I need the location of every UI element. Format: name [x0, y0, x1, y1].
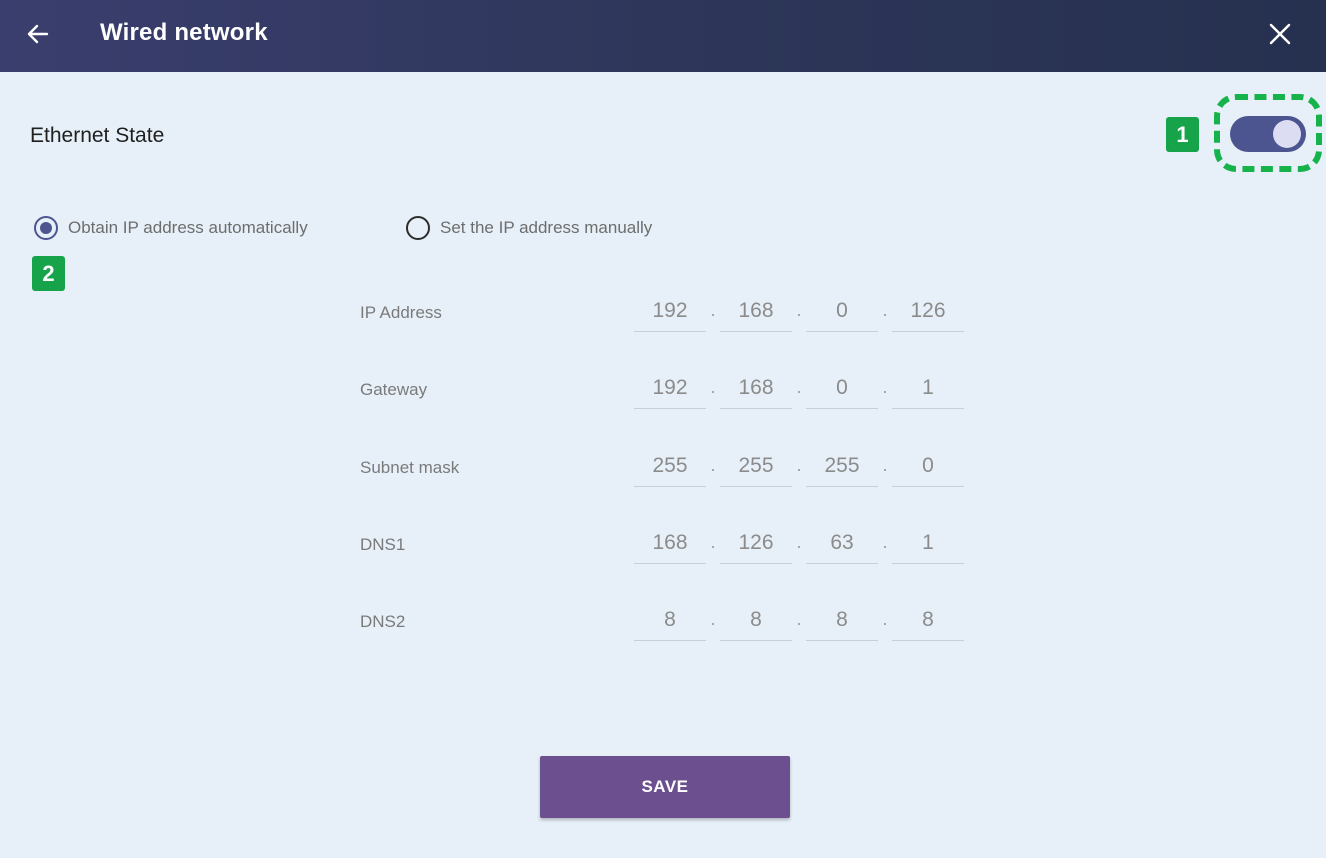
dns2-row: DNS2 8 . 8 . 8 . 8 [360, 603, 980, 643]
dns1-octet-3[interactable]: 63 [806, 526, 878, 564]
gateway-row: Gateway 192 . 168 . 0 . 1 [360, 371, 980, 411]
dns2-octet-1[interactable]: 8 [634, 603, 706, 641]
save-button[interactable]: SAVE [540, 756, 790, 818]
annotation-badge-1: 1 [1166, 117, 1199, 152]
ethernet-state-toggle[interactable] [1230, 116, 1306, 152]
ip-address-label: IP Address [360, 303, 442, 322]
octet-separator: . [882, 532, 888, 552]
dns1-octet-1[interactable]: 168 [634, 526, 706, 564]
octet-separator: . [710, 300, 716, 320]
dns1-octet-2[interactable]: 126 [720, 526, 792, 564]
subnet-mask-octets: 255 . 255 . 255 . 0 [634, 449, 964, 489]
close-button[interactable] [1262, 16, 1298, 52]
ip-address-octets: 192 . 168 . 0 . 126 [634, 294, 964, 334]
subnet-mask-octet-3[interactable]: 255 [806, 449, 878, 487]
octet-separator: . [710, 532, 716, 552]
octet-separator: . [710, 609, 716, 629]
subnet-mask-row: Subnet mask 255 . 255 . 255 . 0 [360, 449, 980, 489]
dns1-octet-4[interactable]: 1 [892, 526, 964, 564]
gateway-octet-3[interactable]: 0 [806, 371, 878, 409]
gateway-label: Gateway [360, 380, 428, 399]
arrow-left-icon [27, 24, 49, 44]
back-button[interactable] [20, 16, 56, 52]
ip-address-octet-2[interactable]: 168 [720, 294, 792, 332]
octet-separator: . [710, 377, 716, 397]
gateway-octets: 192 . 168 . 0 . 1 [634, 371, 964, 411]
dns1-octets: 168 . 126 . 63 . 1 [634, 526, 964, 566]
octet-separator: . [882, 455, 888, 475]
dns2-octet-4[interactable]: 8 [892, 603, 964, 641]
octet-separator: . [882, 300, 888, 320]
octet-separator: . [796, 455, 802, 475]
dns2-octet-2[interactable]: 8 [720, 603, 792, 641]
dns2-label: DNS2 [360, 612, 406, 631]
annotation-badge-2: 2 [32, 256, 65, 291]
subnet-mask-octet-2[interactable]: 255 [720, 449, 792, 487]
ip-address-octet-4[interactable]: 126 [892, 294, 964, 332]
dns2-octet-3[interactable]: 8 [806, 603, 878, 641]
toggle-knob [1273, 120, 1301, 148]
radio-auto-label: Obtain IP address automatically [68, 218, 308, 237]
wired-network-screen: Wired network Ethernet State 1 Obtain IP… [0, 0, 1326, 858]
gateway-octet-4[interactable]: 1 [892, 371, 964, 409]
subnet-mask-octet-1[interactable]: 255 [634, 449, 706, 487]
page-title: Wired network [100, 19, 268, 46]
dns2-octets: 8 . 8 . 8 . 8 [634, 603, 964, 643]
close-icon [1269, 23, 1291, 45]
gateway-octet-1[interactable]: 192 [634, 371, 706, 409]
octet-separator: . [796, 300, 802, 320]
octet-separator: . [796, 532, 802, 552]
radio-set-ip-manually[interactable]: Set the IP address manually [406, 216, 652, 240]
octet-separator: . [710, 455, 716, 475]
ip-address-row: IP Address 192 . 168 . 0 . 126 [360, 294, 980, 334]
octet-separator: . [882, 609, 888, 629]
octet-separator: . [796, 377, 802, 397]
dns1-label: DNS1 [360, 535, 406, 554]
subnet-mask-label: Subnet mask [360, 458, 460, 477]
gateway-octet-2[interactable]: 168 [720, 371, 792, 409]
header-bar: Wired network [0, 0, 1326, 72]
subnet-mask-octet-4[interactable]: 0 [892, 449, 964, 487]
ip-address-octet-3[interactable]: 0 [806, 294, 878, 332]
radio-unchecked-icon [406, 216, 430, 240]
octet-separator: . [882, 377, 888, 397]
ip-address-octet-1[interactable]: 192 [634, 294, 706, 332]
ethernet-state-label: Ethernet State [30, 124, 165, 147]
octet-separator: . [796, 609, 802, 629]
radio-obtain-ip-automatically[interactable]: Obtain IP address automatically [34, 216, 308, 240]
radio-checked-icon [34, 216, 58, 240]
radio-manual-label: Set the IP address manually [440, 218, 653, 237]
dns1-row: DNS1 168 . 126 . 63 . 1 [360, 526, 980, 566]
